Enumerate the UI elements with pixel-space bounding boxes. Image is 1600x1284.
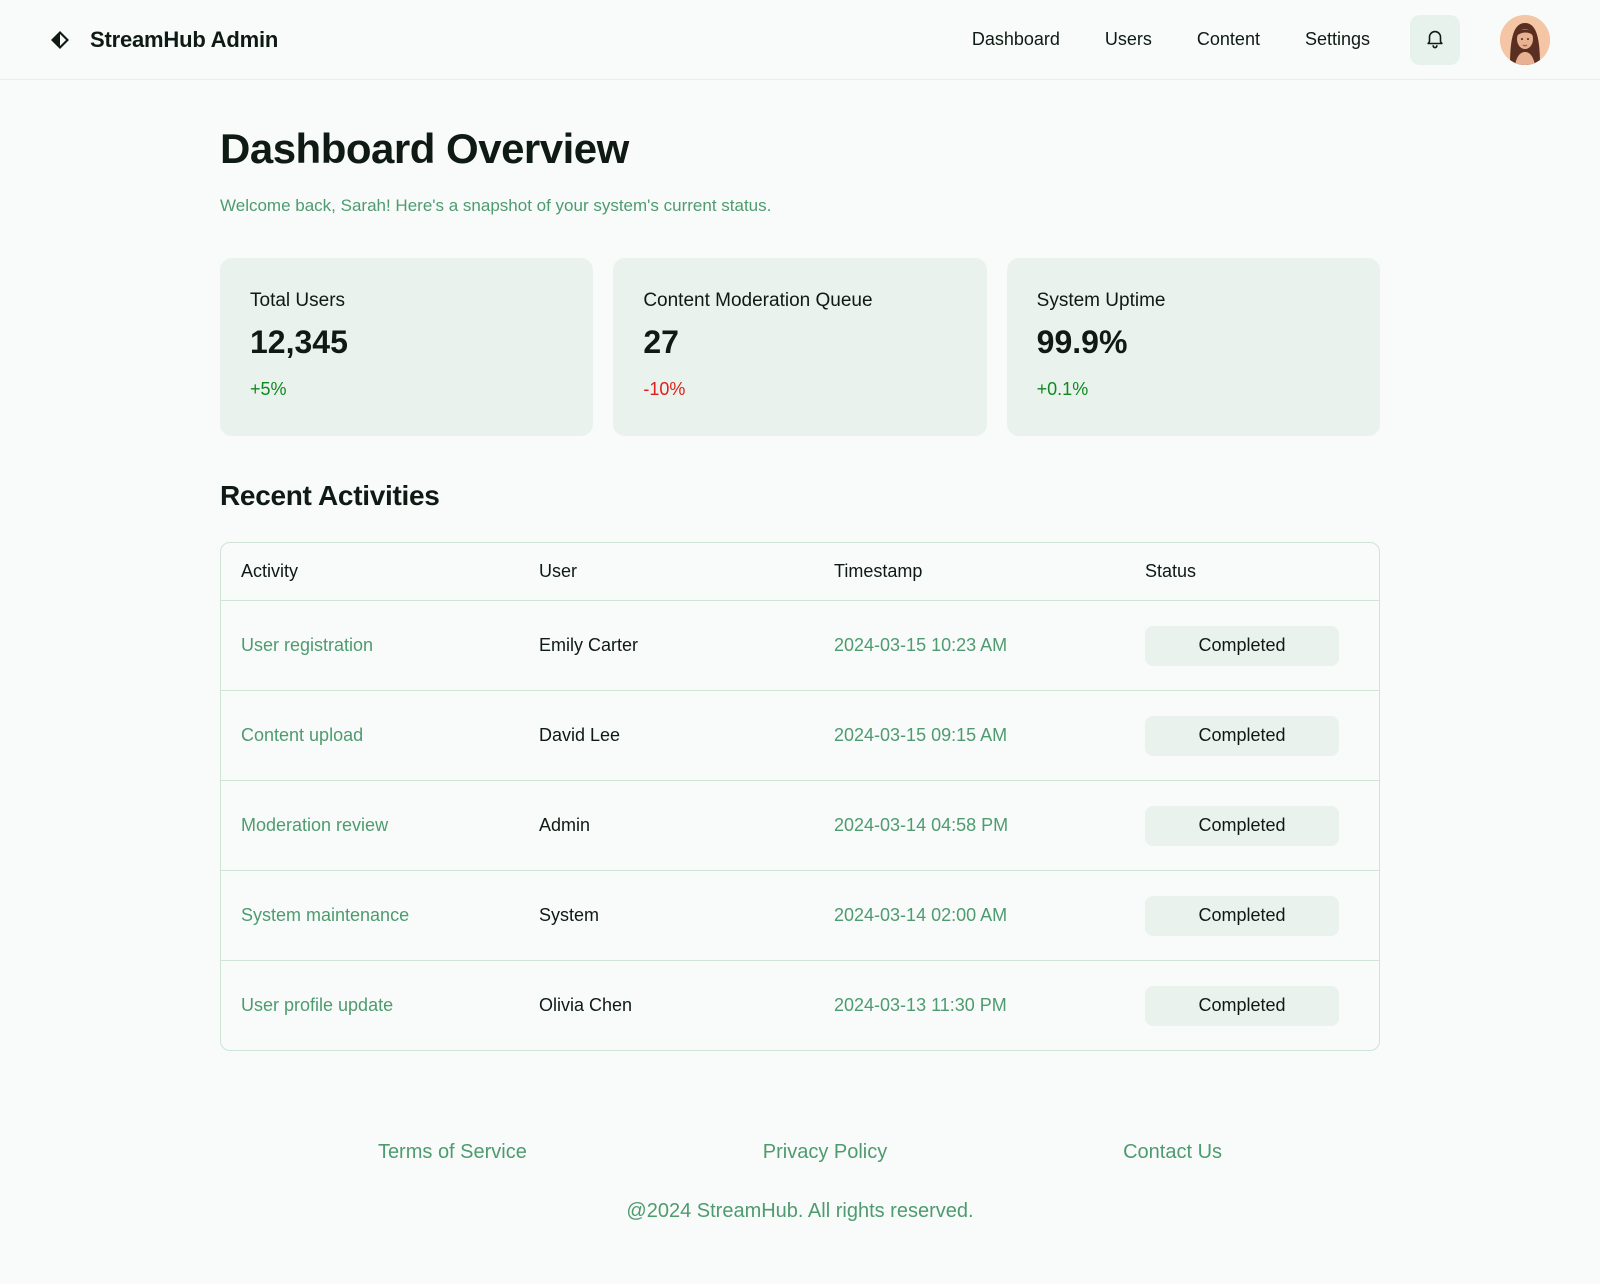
stat-delta: -10% <box>643 379 686 400</box>
stat-delta: +0.1% <box>1036 379 1089 400</box>
footer: Terms of Service Privacy Policy Contact … <box>220 1141 1380 1223</box>
activity-cell[interactable]: System maintenance <box>221 905 539 926</box>
notifications-button[interactable] <box>1410 14 1460 65</box>
stat-card-total-users: Total Users 12,345 +5% <box>220 258 594 437</box>
footer-links: Terms of Service Privacy Policy Contact … <box>220 1141 1380 1164</box>
stat-label: Total Users <box>250 290 346 312</box>
footer-link-terms[interactable]: Terms of Service <box>378 1141 527 1164</box>
nav-dashboard[interactable]: Dashboard <box>972 29 1060 50</box>
stat-value: 27 <box>643 324 679 361</box>
timestamp-cell: 2024-03-13 11:30 PM <box>834 995 1007 1016</box>
footer-link-contact[interactable]: Contact Us <box>1123 1141 1222 1164</box>
diamond-logo-icon <box>50 30 70 50</box>
status-badge: Completed <box>1145 895 1339 936</box>
timestamp-cell: 2024-03-14 04:58 PM <box>834 815 1009 836</box>
stat-card-moderation-queue: Content Moderation Queue 27 -10% <box>613 258 987 437</box>
status-badge: Completed <box>1145 805 1339 846</box>
table-row[interactable]: Moderation review Admin 2024-03-14 04:58… <box>221 780 1379 870</box>
user-cell: Admin <box>539 815 591 836</box>
activity-cell[interactable]: Moderation review <box>221 815 539 836</box>
recent-activities-title: Recent Activities <box>220 480 440 512</box>
footer-link-privacy[interactable]: Privacy Policy <box>763 1141 887 1164</box>
user-avatar-image <box>1500 14 1550 65</box>
status-badge: Completed <box>1145 715 1339 756</box>
activity-cell[interactable]: Content upload <box>221 725 539 746</box>
stat-label: System Uptime <box>1036 290 1166 312</box>
avatar[interactable] <box>1500 14 1550 65</box>
stat-card-system-uptime: System Uptime 99.9% +0.1% <box>1006 258 1380 437</box>
status-badge: Completed <box>1145 985 1339 1026</box>
timestamp-cell: 2024-03-15 10:23 AM <box>834 635 1008 656</box>
table-row[interactable]: User registration Emily Carter 2024-03-1… <box>221 600 1379 690</box>
column-header-activity: Activity <box>241 561 299 582</box>
nav-settings[interactable]: Settings <box>1305 29 1370 50</box>
nav-content[interactable]: Content <box>1197 29 1260 50</box>
brand-title: StreamHub Admin <box>90 26 279 52</box>
user-cell: David Lee <box>539 725 621 746</box>
main-content: Dashboard Overview Welcome back, Sarah! … <box>220 80 1380 1052</box>
table-row[interactable]: User profile update Olivia Chen 2024-03-… <box>221 960 1379 1050</box>
user-cell: Emily Carter <box>539 635 639 656</box>
stat-delta: +5% <box>250 379 287 400</box>
copyright-text: @2024 StreamHub. All rights reserved. <box>626 1200 974 1223</box>
table-header-row: Activity User Timestamp Status <box>221 543 1379 600</box>
welcome-subtitle: Welcome back, Sarah! Here's a snapshot o… <box>220 196 772 216</box>
activities-table: Activity User Timestamp Status User regi… <box>220 542 1380 1052</box>
status-badge: Completed <box>1145 625 1339 666</box>
activity-cell[interactable]: User profile update <box>221 995 539 1016</box>
column-header-user: User <box>539 561 578 582</box>
column-header-timestamp: Timestamp <box>834 561 923 582</box>
user-cell: System <box>539 905 600 926</box>
timestamp-cell: 2024-03-14 02:00 AM <box>834 905 1008 926</box>
bell-icon <box>1424 27 1446 52</box>
timestamp-cell: 2024-03-15 09:15 AM <box>834 725 1008 746</box>
nav-users[interactable]: Users <box>1105 29 1152 50</box>
brand[interactable]: StreamHub Admin <box>50 27 278 53</box>
page-title: Dashboard Overview <box>220 125 629 172</box>
stat-value: 99.9% <box>1036 324 1128 361</box>
activity-cell[interactable]: User registration <box>221 635 539 656</box>
stat-value: 12,345 <box>250 324 348 361</box>
column-header-status: Status <box>1145 561 1197 582</box>
stat-label: Content Moderation Queue <box>643 290 873 312</box>
table-row[interactable]: Content upload David Lee 2024-03-15 09:1… <box>221 690 1379 780</box>
stat-cards: Total Users 12,345 +5% Content Moderatio… <box>220 258 1380 437</box>
top-navbar: StreamHub Admin Dashboard Users Content … <box>0 0 1600 80</box>
table-row[interactable]: System maintenance System 2024-03-14 02:… <box>221 870 1379 960</box>
user-cell: Olivia Chen <box>539 995 633 1016</box>
main-nav: Dashboard Users Content Settings <box>972 14 1550 65</box>
